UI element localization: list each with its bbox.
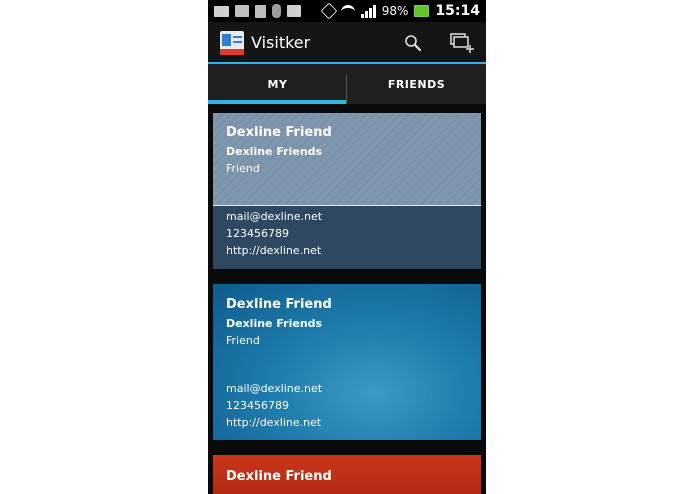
tab-my-label: MY	[267, 77, 288, 91]
add-card-icon[interactable]	[449, 32, 475, 54]
play-store-icon	[287, 5, 301, 17]
card-email: mail@dexline.net	[226, 382, 323, 395]
clock: 15:14	[435, 3, 480, 19]
card-email: mail@dexline.net	[226, 210, 323, 223]
action-bar: Visitker	[208, 22, 486, 64]
card-name: Dexline Friend	[226, 297, 332, 312]
battery-icon	[414, 5, 430, 17]
card-company: Dexline Friends	[226, 317, 323, 330]
tab-bar: MY FRIENDS	[208, 64, 486, 104]
sd-card-icon	[255, 4, 266, 18]
tab-divider	[346, 74, 347, 104]
phone-screen: 98% 15:14 Visitker MY FRIENDS Dexline Fr…	[208, 0, 486, 494]
card-list[interactable]: Dexline Friend Dexline Friends Friend ma…	[208, 104, 486, 494]
search-icon[interactable]	[404, 34, 422, 52]
business-card[interactable]: Dexline Friend Dexline Friends Friend ma…	[213, 113, 481, 269]
business-card[interactable]: Dexline Friend	[213, 455, 481, 494]
card-website: http://dexline.net	[226, 416, 322, 429]
card-role: Friend	[226, 162, 260, 175]
gmail-notification-icon	[214, 5, 229, 17]
gallery-notification-icon	[235, 5, 249, 17]
card-name: Dexline Friend	[226, 125, 332, 140]
tab-my[interactable]: MY	[208, 64, 347, 104]
status-bar: 98% 15:14	[208, 0, 486, 22]
vibrate-icon	[320, 2, 338, 20]
tab-friends[interactable]: FRIENDS	[347, 64, 486, 104]
business-card[interactable]: Dexline Friend Dexline Friends Friend ma…	[213, 284, 481, 440]
tab-friends-label: FRIENDS	[387, 77, 446, 91]
card-name: Dexline Friend	[226, 469, 332, 484]
card-phone: 123456789	[226, 399, 289, 412]
card-website: http://dexline.net	[226, 244, 322, 257]
signal-icon	[360, 4, 376, 18]
app-logo-icon[interactable]	[220, 31, 244, 55]
card-phone: 123456789	[226, 227, 289, 240]
battery-percentage: 98%	[381, 4, 409, 18]
card-role: Friend	[226, 334, 260, 347]
app-title: Visitker	[251, 33, 311, 52]
card-company: Dexline Friends	[226, 145, 323, 158]
usb-icon	[272, 4, 281, 18]
wifi-icon	[340, 5, 355, 17]
